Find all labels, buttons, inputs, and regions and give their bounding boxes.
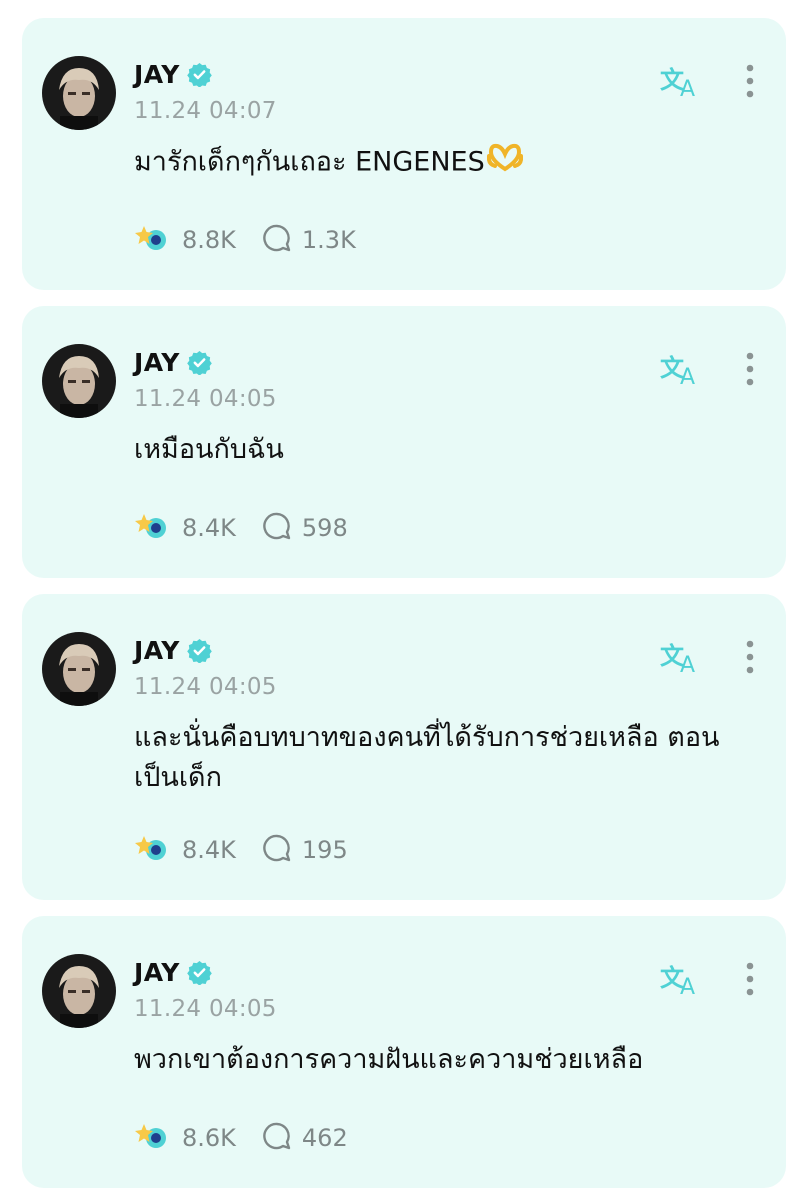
translate-icon[interactable]: 文A [658,636,704,678]
avatar[interactable] [42,632,116,706]
post-stats: 8.4K 598 [134,508,348,548]
author-row: JAY [134,954,212,990]
like-count: 8.4K [182,836,236,864]
comment-bubble-icon[interactable] [262,223,292,257]
translate-icon[interactable]: 文A [658,348,704,390]
post-timestamp: 11.24 04:05 [134,996,277,1022]
post-timestamp: 11.24 04:07 [134,98,277,124]
comment-count: 195 [301,836,348,864]
comment-bubble-icon[interactable] [262,1121,292,1155]
post-text-content: มารักเด็กๆกันเถอะ ENGENES [134,146,485,178]
post-text: มารักเด็กๆกันเถอะ ENGENES [134,142,744,184]
post-stats: 8.6K 462 [134,1118,348,1158]
post-text: เหมือนกับฉัน [134,430,744,470]
sparkle-like-icon[interactable] [134,510,172,546]
post-card[interactable]: JAY 11.24 04:07 มารักเด็กๆกันเถอะ ENGENE… [22,18,786,290]
avatar[interactable] [42,56,116,130]
more-vertical-icon[interactable] [740,62,760,102]
verified-badge-icon [187,350,212,376]
post-text-content: และนั่นคือบทบาทของคนที่ได้รับการช่วยเหลื… [134,722,720,793]
post-stats: 8.8K 1.3K [134,220,356,260]
comment-count: 1.3K [301,226,356,254]
svg-text:A: A [680,975,695,998]
sparkle-like-icon[interactable] [134,222,172,258]
author-name[interactable]: JAY [134,60,180,89]
more-vertical-icon[interactable] [740,350,760,390]
avatar[interactable] [42,954,116,1028]
author-row: JAY [134,56,212,92]
post-text-content: พวกเขาต้องการความฝันและความช่วยเหลือ [134,1044,644,1075]
more-vertical-icon[interactable] [740,638,760,678]
post-timestamp: 11.24 04:05 [134,674,277,700]
more-vertical-icon[interactable] [740,960,760,1000]
author-name[interactable]: JAY [134,348,180,377]
author-name[interactable]: JAY [134,958,180,987]
verified-badge-icon [187,62,212,88]
svg-text:A: A [680,77,695,100]
avatar[interactable] [42,344,116,418]
post-text: พวกเขาต้องการความฝันและความช่วยเหลือ [134,1040,744,1080]
comment-bubble-icon[interactable] [262,511,292,545]
translate-icon[interactable]: 文A [658,958,704,1000]
author-row: JAY [134,632,212,668]
post-card[interactable]: JAY 11.24 04:05 และนั่นคือบทบาทของคนที่ไ… [22,594,786,900]
like-count: 8.4K [182,514,236,542]
svg-text:A: A [680,365,695,388]
comment-count: 598 [301,514,348,542]
comment-bubble-icon[interactable] [262,833,292,867]
post-timestamp: 11.24 04:05 [134,386,277,412]
post-card[interactable]: JAY 11.24 04:05 เหมือนกับฉัน 文A 8.4K 598 [22,306,786,578]
post-text: และนั่นคือบทบาทของคนที่ได้รับการช่วยเหลื… [134,718,744,798]
verified-badge-icon [187,638,212,664]
svg-text:A: A [680,653,695,676]
comment-count: 462 [301,1124,348,1152]
post-card[interactable]: JAY 11.24 04:05 พวกเขาต้องการความฝันและค… [22,916,786,1188]
sparkle-like-icon[interactable] [134,1120,172,1156]
like-count: 8.6K [182,1124,236,1152]
post-feed: JAY 11.24 04:07 มารักเด็กๆกันเถอะ ENGENE… [0,0,808,1200]
heart-hands-emoji [486,142,523,184]
author-row: JAY [134,344,212,380]
sparkle-like-icon[interactable] [134,832,172,868]
like-count: 8.8K [182,226,236,254]
post-text-content: เหมือนกับฉัน [134,434,284,465]
post-stats: 8.4K 195 [134,830,348,870]
translate-icon[interactable]: 文A [658,60,704,102]
verified-badge-icon [187,960,212,986]
author-name[interactable]: JAY [134,636,180,665]
